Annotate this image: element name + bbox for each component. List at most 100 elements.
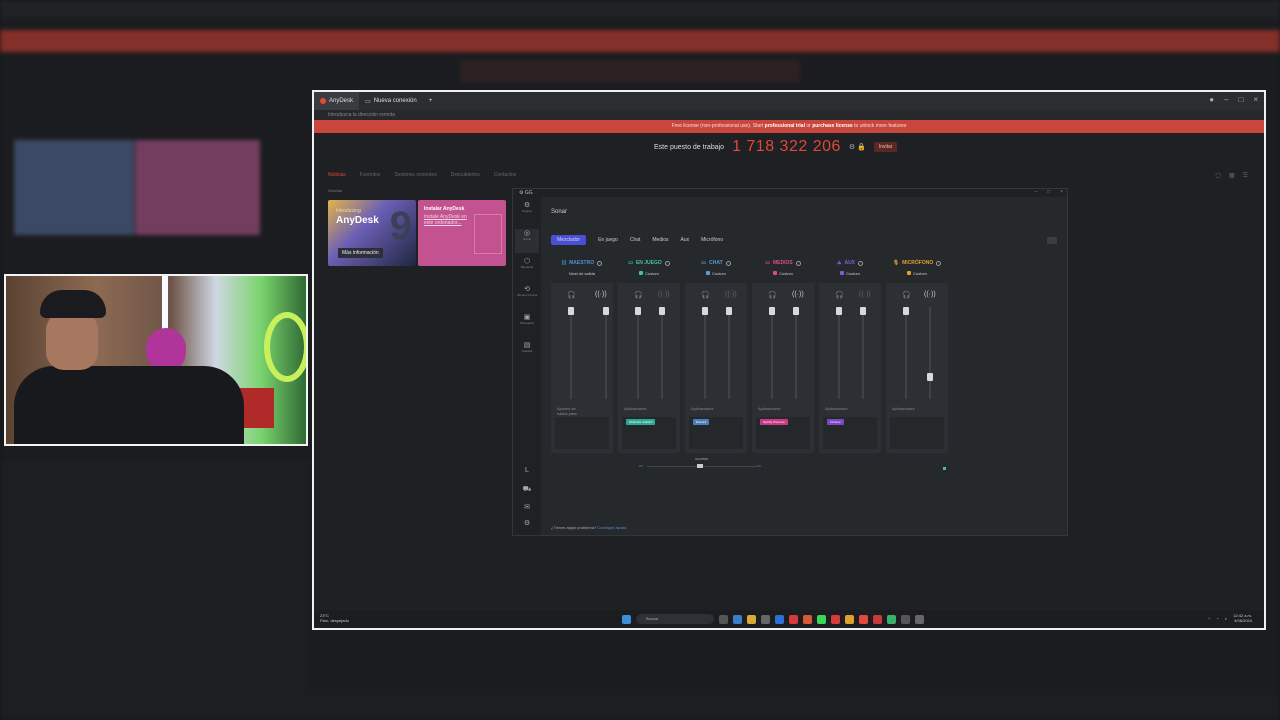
volume-icon[interactable]: ◖ [1225,616,1227,621]
gear-icon[interactable] [858,260,864,266]
broadcast-icon[interactable]: ((·)) [859,291,871,298]
volume-slider[interactable] [635,307,641,315]
sidebar-item-gifts[interactable]: ▣ Obsequios [515,313,539,337]
invite-button[interactable]: Invitar [873,142,898,152]
news-card-install[interactable]: Instalar AnyDesk Instale AnyDesk en este… [418,200,506,266]
app-icon[interactable] [873,614,882,624]
stream-slider[interactable] [659,307,665,315]
channel-device[interactable]: Nivel de salida [551,270,613,276]
app-icon[interactable] [901,614,910,624]
headphones-icon[interactable]: 🎧 [701,291,710,299]
profile-icon[interactable]: ● [1209,95,1214,104]
anydesk-icon[interactable] [859,614,868,624]
settings-icon[interactable]: ⚙ [515,519,539,543]
volume-slider[interactable] [836,307,842,315]
filter-icon[interactable]: ▢ [1215,172,1221,179]
channel-device[interactable]: Custom [685,270,747,276]
tab-aux[interactable]: Aux [681,237,690,243]
purchase-link[interactable]: purchase license [812,123,853,129]
clock[interactable]: 12:42 a.m. 4/06/2024 [1233,613,1252,623]
channel-device[interactable]: Custom [752,270,814,276]
app-chip[interactable]: Chrome [827,419,844,425]
search-input[interactable]: Buscar [636,614,714,624]
help-link[interactable]: Consigue ayuda [597,525,626,530]
stream-slider[interactable] [726,307,732,315]
folder-icon[interactable] [747,614,756,624]
sidebar-item-moments[interactable]: ⬡ Moments [515,257,539,281]
task-view-icon[interactable] [719,614,728,624]
tab-mic[interactable]: Micrófono [701,237,723,243]
app-icon[interactable] [831,614,840,624]
tab-recent[interactable]: Sesiones recientes [394,172,436,178]
headphones-icon[interactable]: 🎧 [902,291,911,299]
broadcast-icon[interactable]: ((·)) [658,291,670,298]
windows-icon[interactable] [622,614,631,624]
app-chip[interactable]: Discord [693,419,710,425]
tab-game[interactable]: En juego [598,237,618,243]
chevron-up-icon[interactable]: ^ [1208,616,1210,621]
minimize-button[interactable]: – [1034,189,1037,195]
trial-link[interactable]: professional trial [765,123,805,129]
minimize-button[interactable]: – [1224,95,1228,104]
add-tab-button[interactable]: + [423,92,439,110]
chatmix-knob[interactable] [697,464,703,468]
broadcast-icon[interactable]: ((·)) [725,291,737,298]
app-icon[interactable] [845,614,854,624]
channel-device[interactable]: Custom [886,270,948,276]
settings-icon[interactable] [915,614,924,624]
card-link[interactable]: Instale AnyDesk en este ordenador... [424,214,474,226]
sidebar-item-sonar[interactable]: ◎ Sonar [515,229,539,253]
headphones-icon[interactable]: 🎧 [835,291,844,299]
chatmix-slider[interactable]: CHATMIX ▭ ▭ [639,457,763,471]
app-icon[interactable] [803,614,812,624]
gear-icon[interactable] [725,260,731,266]
app-icon[interactable] [817,614,826,624]
gear-icon[interactable] [936,260,942,266]
gear-icon[interactable] [795,260,801,266]
headphones-icon[interactable]: 🎧 [634,291,643,299]
app-chip[interactable]: WoW EN JUEGO [626,419,656,425]
maximize-button[interactable]: □ [1047,189,1050,195]
headphones-icon[interactable]: 🎧 [567,291,576,299]
volume-slider[interactable] [702,307,708,315]
tab-anydesk[interactable]: AnyDesk [314,92,360,110]
broadcast-icon[interactable]: ((·)) [595,291,607,298]
tab-news[interactable]: Noticias [328,172,346,178]
channel-device[interactable]: Custom [819,270,881,276]
broadcast-icon[interactable]: ((·)) [924,291,936,298]
close-button[interactable]: × [1060,189,1063,195]
stream-slider[interactable] [860,307,866,315]
list-icon[interactable]: ☰ [1243,172,1248,179]
app-icon[interactable] [887,614,896,624]
sidebar-item-engine[interactable]: ⚙ Engine [515,201,539,225]
tab-media[interactable]: Medios [652,237,668,243]
channel-device[interactable]: Custom [618,270,680,276]
close-button[interactable]: × [1253,95,1258,104]
store-icon[interactable] [761,614,770,624]
gear-icon[interactable] [597,260,603,266]
app-chip[interactable]: Spotify Premium [760,419,789,425]
tab-discovered[interactable]: Descubiertos [451,172,480,178]
volume-slider[interactable] [903,307,909,315]
app-icon[interactable] [789,614,798,624]
volume-slider[interactable] [769,307,775,315]
maximize-button[interactable]: □ [1238,95,1243,104]
settings-icon[interactable]: ⚙ 🔒 [849,143,866,151]
volume-slider[interactable] [568,307,574,315]
address-input[interactable]: Introduzca la dirección remota [314,110,1264,120]
tab-favorites[interactable]: Favoritos [360,172,381,178]
sidebar-item-news[interactable]: ▤ Noticias [515,341,539,365]
headphones-icon[interactable]: 🎧 [768,291,777,299]
tab-chat[interactable]: Chat [630,237,641,243]
workplace-id[interactable]: 1 718 322 206 [732,138,841,156]
tab-mixer[interactable]: Mezclador [551,235,587,245]
news-card-anydesk9[interactable]: 9 Introducing AnyDesk Más información [328,200,416,266]
sidebar-item-control[interactable]: ⟲ 3D arts Control [515,285,539,309]
weather-widget[interactable]: 23°C Parc. despejado [320,613,349,623]
edge-icon[interactable] [733,614,742,624]
network-icon[interactable]: ◔ [1216,616,1218,621]
broadcast-icon[interactable]: ((·)) [792,291,804,298]
menu-icon[interactable] [1047,237,1057,244]
stream-slider[interactable] [603,307,609,315]
more-info-button[interactable]: Más información [338,248,383,258]
